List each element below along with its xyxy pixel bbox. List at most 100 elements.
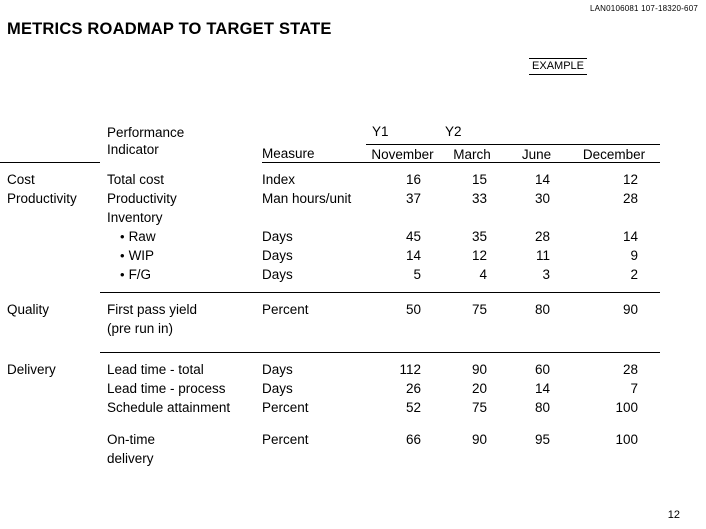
value-cell: 2	[630, 266, 638, 282]
category-label-quality: Quality	[7, 301, 50, 317]
table-row: • WIP Days 14 12 11 9	[0, 246, 660, 265]
value-cell: 28	[534, 228, 550, 244]
spacer-after-rule-1	[0, 292, 660, 300]
metrics-table-wrapper: Performance Indicator Y1 Y2 Measure Nove…	[0, 124, 706, 468]
spacer-before-ontime	[0, 417, 660, 430]
indicator-inventory: Inventory	[107, 209, 163, 225]
value-cell	[505, 208, 568, 227]
category-spacer	[0, 449, 100, 468]
value-cell: 75	[471, 301, 487, 317]
measure-empty	[262, 319, 366, 338]
value-cell: 37	[405, 190, 421, 206]
measure-index: Index	[262, 171, 296, 187]
indicator-label: Raw	[128, 228, 156, 244]
value-cell: 14	[534, 380, 550, 396]
value-cell: 16	[405, 171, 421, 187]
table-header-row-months: Measure November March June December	[0, 144, 660, 163]
value-cell: 33	[471, 190, 487, 206]
spacer-before-rule-2	[0, 338, 660, 351]
indicator-label: WIP	[128, 247, 155, 263]
category-spacer	[0, 398, 100, 417]
header-spacer-measure	[262, 124, 366, 145]
value-cell	[568, 319, 660, 338]
indicator-first-pass-yield: First pass yield	[107, 301, 198, 317]
indicator-total-cost: Total cost	[107, 171, 165, 187]
value-cell: 4	[479, 266, 487, 282]
indicator-on-time: On-time	[107, 431, 156, 447]
value-cell: 7	[630, 380, 638, 396]
value-cell: 80	[534, 399, 550, 415]
table-row: Quality First pass yield Percent 50 75 8…	[0, 300, 660, 319]
value-cell: 12	[622, 171, 638, 187]
table-row: Delivery Lead time - total Days 112 90 6…	[0, 360, 660, 379]
value-cell: 100	[615, 399, 638, 415]
header-month-december: December	[568, 144, 660, 163]
value-cell: 26	[405, 380, 421, 396]
value-cell: 14	[534, 171, 550, 187]
header-year-spacer-2	[568, 124, 660, 145]
header-year2: Y2	[439, 124, 505, 145]
indicator-wip: • WIP	[100, 246, 262, 265]
table-row: Productivity Productivity Man hours/unit…	[0, 189, 660, 208]
measure-days: Days	[262, 247, 293, 263]
document-code: LAN0106081 107-18320-607	[590, 4, 698, 13]
bullet-icon: •	[120, 228, 125, 244]
category-spacer	[0, 208, 100, 227]
indicator-fg: • F/G	[100, 265, 262, 284]
table-row: Cost Total cost Index 16 15 14 12	[0, 170, 660, 189]
measure-man-hours-unit: Man hours/unit	[262, 190, 352, 206]
indicator-delivery: delivery	[107, 450, 154, 466]
value-cell: 66	[405, 431, 421, 447]
spacer-after-rule-2	[0, 352, 660, 360]
value-cell	[568, 208, 660, 227]
header-indicator-line1: Performance	[107, 125, 185, 140]
table-row: Schedule attainment Percent 52 75 80 100	[0, 398, 660, 417]
indicator-pre-run-in: (pre run in)	[107, 320, 174, 336]
value-cell	[505, 449, 568, 468]
value-cell: 20	[471, 380, 487, 396]
category-spacer	[0, 246, 100, 265]
value-cell: 50	[405, 301, 421, 317]
category-label-productivity: Productivity	[7, 190, 77, 206]
header-performance-indicator: Performance Indicator	[100, 124, 262, 162]
value-cell	[439, 208, 505, 227]
value-cell: 9	[630, 247, 638, 263]
value-cell: 80	[534, 301, 550, 317]
table-row: • F/G Days 5 4 3 2	[0, 265, 660, 284]
header-month-march: March	[439, 144, 505, 163]
table-row: On-time Percent 66 90 95 100	[0, 430, 660, 449]
measure-empty	[262, 208, 366, 227]
value-cell: 15	[471, 171, 487, 187]
value-cell: 100	[615, 431, 638, 447]
value-cell	[439, 319, 505, 338]
value-cell: 14	[622, 228, 638, 244]
header-year-spacer-1	[505, 124, 568, 145]
value-cell: 11	[535, 247, 550, 263]
value-cell	[439, 449, 505, 468]
value-cell: 60	[534, 361, 550, 377]
category-spacer	[0, 319, 100, 338]
bullet-icon: •	[120, 266, 125, 282]
header-month-june: June	[505, 144, 568, 163]
value-cell	[366, 319, 439, 338]
measure-percent: Percent	[262, 431, 309, 447]
value-cell: 45	[405, 228, 421, 244]
example-stamp: EXAMPLE	[529, 58, 587, 75]
measure-days: Days	[262, 361, 293, 377]
value-cell: 5	[413, 266, 421, 282]
value-cell	[366, 208, 439, 227]
value-cell	[568, 449, 660, 468]
category-label-cost: Cost	[7, 171, 35, 187]
value-cell: 90	[622, 301, 638, 317]
value-cell: 3	[542, 266, 550, 282]
value-cell: 28	[622, 361, 638, 377]
value-cell: 90	[471, 431, 487, 447]
indicator-lead-time-total: Lead time - total	[107, 361, 204, 377]
indicator-productivity: Productivity	[107, 190, 177, 206]
value-cell: 52	[405, 399, 421, 415]
measure-days: Days	[262, 228, 293, 244]
value-cell	[366, 449, 439, 468]
measure-empty	[262, 449, 366, 468]
table-row: delivery	[0, 449, 660, 468]
table-row: Inventory	[0, 208, 660, 227]
